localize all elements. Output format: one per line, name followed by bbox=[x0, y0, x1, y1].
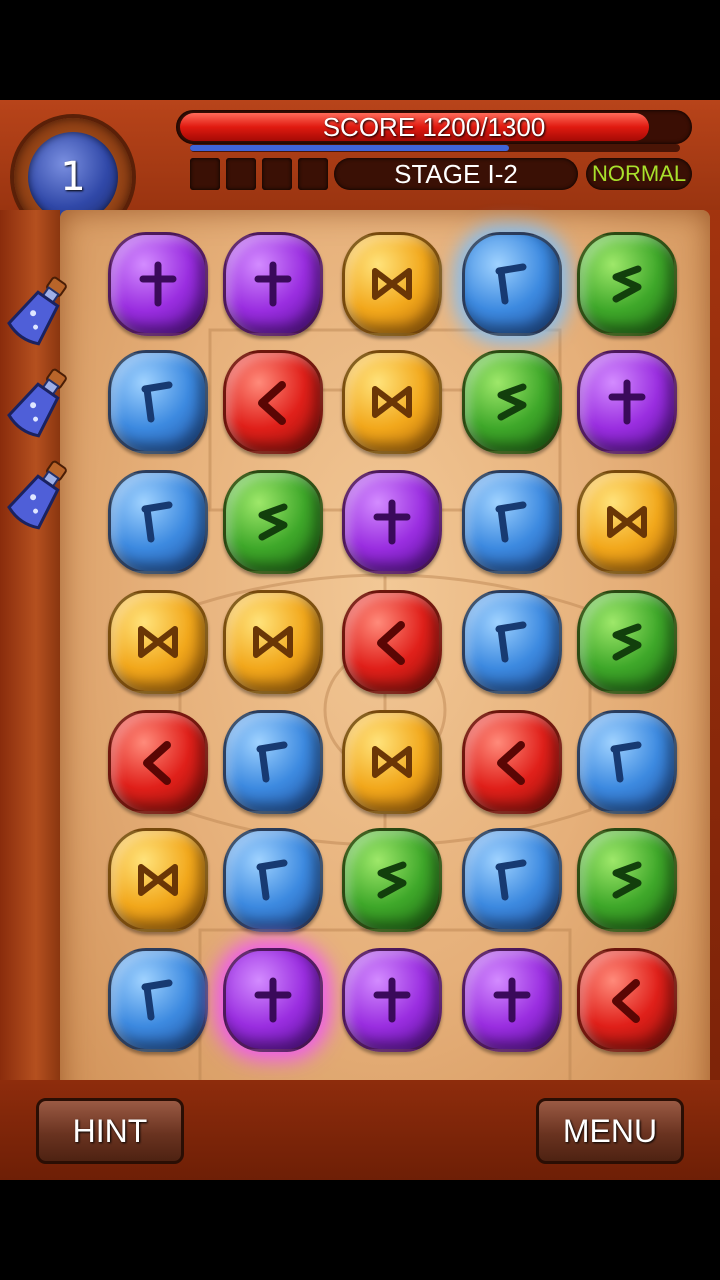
menu-button[interactable]: MENU bbox=[536, 1098, 684, 1164]
rune-icon bbox=[372, 746, 412, 778]
rune-icon bbox=[258, 503, 288, 541]
rune-icon bbox=[143, 741, 171, 785]
purple-rune-gem[interactable] bbox=[342, 948, 442, 1052]
progress-fill bbox=[190, 145, 509, 151]
potion-bottle-icon[interactable] bbox=[4, 270, 74, 350]
rune-icon bbox=[258, 381, 286, 425]
blue-rune-gem[interactable] bbox=[462, 828, 562, 932]
rune-icon bbox=[612, 979, 640, 1023]
rune-icon bbox=[495, 263, 527, 305]
green-rune-gem[interactable] bbox=[577, 590, 677, 694]
purple-rune-gem[interactable] bbox=[577, 350, 677, 454]
yellow-rune-gem[interactable] bbox=[108, 590, 208, 694]
blue-rune-gem[interactable] bbox=[223, 828, 323, 932]
green-rune-gem[interactable] bbox=[577, 828, 677, 932]
item-slot bbox=[298, 158, 328, 190]
purple-rune-gem[interactable] bbox=[108, 232, 208, 336]
rune-icon bbox=[372, 386, 412, 418]
rune-icon bbox=[608, 379, 646, 425]
blue-rune-gem[interactable] bbox=[462, 590, 562, 694]
potion-bottle-icon[interactable] bbox=[4, 362, 74, 442]
green-rune-gem[interactable] bbox=[577, 232, 677, 336]
rune-icon bbox=[138, 626, 178, 658]
red-rune-gem[interactable] bbox=[342, 590, 442, 694]
yellow-rune-gem[interactable] bbox=[577, 470, 677, 574]
yellow-rune-gem[interactable] bbox=[342, 232, 442, 336]
rune-icon bbox=[612, 861, 642, 899]
rune-icon bbox=[495, 621, 527, 663]
rune-icon bbox=[493, 977, 531, 1023]
level-orb: 1 bbox=[28, 132, 118, 222]
rune-icon bbox=[141, 501, 173, 543]
yellow-rune-gem[interactable] bbox=[342, 350, 442, 454]
red-rune-gem[interactable] bbox=[223, 350, 323, 454]
rune-icon bbox=[254, 977, 292, 1023]
purple-rune-gem[interactable] bbox=[223, 232, 323, 336]
potion-bottle-icon[interactable] bbox=[4, 454, 74, 534]
rune-icon bbox=[497, 741, 525, 785]
left-sidebar bbox=[0, 210, 60, 1150]
red-rune-gem[interactable] bbox=[462, 710, 562, 814]
purple-rune-gem[interactable] bbox=[223, 948, 323, 1052]
blue-rune-gem[interactable] bbox=[462, 232, 562, 336]
yellow-rune-gem[interactable] bbox=[108, 828, 208, 932]
blue-rune-gem[interactable] bbox=[108, 948, 208, 1052]
blue-rune-gem[interactable] bbox=[223, 710, 323, 814]
rune-icon bbox=[256, 859, 288, 901]
rune-icon bbox=[256, 741, 288, 783]
rune-icon bbox=[138, 864, 178, 896]
rune-icon bbox=[139, 261, 177, 307]
rune-icon bbox=[495, 501, 527, 543]
rune-icon bbox=[612, 265, 642, 303]
game-frame: 1 SCORE 1200/1300 STAGE I-2 NORMAL HINT … bbox=[0, 100, 720, 1180]
score-bar: SCORE 1200/1300 bbox=[176, 110, 692, 144]
rune-icon bbox=[141, 979, 173, 1021]
blue-rune-gem[interactable] bbox=[108, 350, 208, 454]
purple-rune-gem[interactable] bbox=[462, 948, 562, 1052]
rune-icon bbox=[372, 268, 412, 300]
rune-icon bbox=[495, 859, 527, 901]
yellow-rune-gem[interactable] bbox=[342, 710, 442, 814]
blue-rune-gem[interactable] bbox=[108, 470, 208, 574]
green-rune-gem[interactable] bbox=[462, 350, 562, 454]
rune-icon bbox=[253, 626, 293, 658]
green-rune-gem[interactable] bbox=[223, 470, 323, 574]
rune-icon bbox=[373, 977, 411, 1023]
blue-rune-gem[interactable] bbox=[577, 710, 677, 814]
red-rune-gem[interactable] bbox=[108, 710, 208, 814]
rune-icon bbox=[373, 499, 411, 545]
progress-bar bbox=[190, 144, 680, 152]
rune-icon bbox=[607, 506, 647, 538]
rune-icon bbox=[612, 623, 642, 661]
item-slot bbox=[226, 158, 256, 190]
rune-icon bbox=[497, 383, 527, 421]
item-slot bbox=[262, 158, 292, 190]
item-slot bbox=[190, 158, 220, 190]
hint-button[interactable]: HINT bbox=[36, 1098, 184, 1164]
yellow-rune-gem[interactable] bbox=[223, 590, 323, 694]
stage-label: STAGE I-2 bbox=[334, 158, 578, 190]
red-rune-gem[interactable] bbox=[577, 948, 677, 1052]
rune-icon bbox=[377, 861, 407, 899]
purple-rune-gem[interactable] bbox=[342, 470, 442, 574]
level-number: 1 bbox=[60, 154, 86, 200]
blue-rune-gem[interactable] bbox=[462, 470, 562, 574]
rune-icon bbox=[254, 261, 292, 307]
rune-icon bbox=[610, 741, 642, 783]
rune-icon bbox=[141, 381, 173, 423]
rune-icon bbox=[377, 621, 405, 665]
score-text: SCORE 1200/1300 bbox=[322, 112, 546, 142]
difficulty-label: NORMAL bbox=[586, 158, 692, 190]
green-rune-gem[interactable] bbox=[342, 828, 442, 932]
